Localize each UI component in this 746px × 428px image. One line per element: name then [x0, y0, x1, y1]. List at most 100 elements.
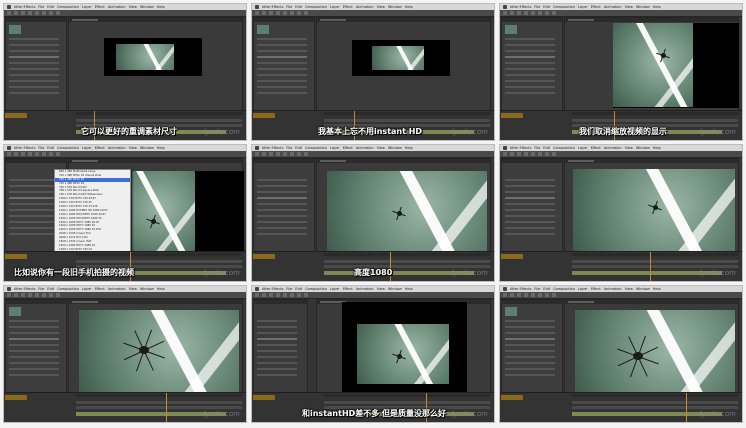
tool-icon[interactable]	[531, 11, 535, 15]
panel-tab[interactable]	[254, 300, 307, 304]
panel-row[interactable]	[9, 215, 59, 217]
tool-icon[interactable]	[283, 152, 287, 156]
panel-row[interactable]	[505, 233, 555, 235]
tool-icon[interactable]	[255, 293, 259, 297]
panel-row[interactable]	[9, 344, 59, 346]
tool-icon[interactable]	[14, 293, 18, 297]
panel-row[interactable]	[257, 368, 297, 370]
time-ruler[interactable]	[324, 253, 490, 256]
panel-row[interactable]	[505, 227, 555, 229]
panel-row[interactable]	[257, 344, 297, 346]
layer-track[interactable]	[76, 260, 242, 263]
tool-icon[interactable]	[7, 293, 11, 297]
tool-icon[interactable]	[290, 152, 294, 156]
panel-row[interactable]	[257, 38, 307, 40]
panel-row[interactable]	[9, 326, 59, 328]
timecode-display[interactable]	[501, 395, 523, 400]
panel-row[interactable]	[505, 80, 555, 82]
panel-tab[interactable]	[502, 300, 562, 304]
panel-row[interactable]	[505, 344, 555, 346]
time-ruler[interactable]	[572, 112, 738, 115]
panel-row[interactable]	[257, 86, 307, 88]
timecode-display[interactable]	[253, 395, 275, 400]
tool-icon[interactable]	[283, 11, 287, 15]
tool-icon[interactable]	[14, 152, 18, 156]
panel-row[interactable]	[505, 68, 555, 70]
tool-icon[interactable]	[7, 152, 11, 156]
tool-icon[interactable]	[262, 11, 266, 15]
tool-icon[interactable]	[552, 293, 556, 297]
panel-row[interactable]	[257, 62, 307, 64]
panel-row[interactable]	[9, 356, 59, 358]
panel-row[interactable]	[505, 374, 555, 376]
timecode-display[interactable]	[5, 254, 27, 259]
panel-row[interactable]	[505, 332, 555, 334]
panel-row[interactable]	[505, 209, 555, 211]
tool-icon[interactable]	[276, 152, 280, 156]
tool-icon[interactable]	[297, 293, 301, 297]
panel-row[interactable]	[257, 179, 307, 181]
layer-track[interactable]	[76, 401, 242, 404]
tool-icon[interactable]	[21, 152, 25, 156]
timecode-display[interactable]	[501, 113, 523, 118]
layer-track[interactable]	[572, 401, 738, 404]
tool-icon[interactable]	[276, 293, 280, 297]
panel-row[interactable]	[9, 74, 59, 76]
layer-track[interactable]	[572, 119, 738, 122]
tool-icon[interactable]	[269, 11, 273, 15]
timecode-display[interactable]	[501, 254, 523, 259]
panel-row[interactable]	[257, 350, 297, 352]
tool-icon[interactable]	[56, 293, 60, 297]
panel-row[interactable]	[257, 203, 307, 205]
panel-row[interactable]	[257, 221, 307, 223]
time-ruler[interactable]	[76, 253, 242, 256]
tool-icon[interactable]	[21, 293, 25, 297]
panel-row[interactable]	[9, 185, 59, 187]
tool-icon[interactable]	[538, 152, 542, 156]
panel-row[interactable]	[257, 50, 307, 52]
timecode-display[interactable]	[5, 395, 27, 400]
panel-row[interactable]	[505, 179, 555, 181]
viewer-tab[interactable]	[565, 18, 738, 22]
tool-icon[interactable]	[262, 152, 266, 156]
tool-icon[interactable]	[510, 293, 514, 297]
panel-row[interactable]	[505, 44, 555, 46]
time-ruler[interactable]	[324, 394, 490, 397]
tool-icon[interactable]	[538, 293, 542, 297]
panel-row[interactable]	[505, 92, 555, 94]
tool-icon[interactable]	[283, 293, 287, 297]
panel-row[interactable]	[9, 368, 59, 370]
tool-icon[interactable]	[524, 293, 528, 297]
tool-icon[interactable]	[290, 11, 294, 15]
panel-tab[interactable]	[254, 18, 314, 22]
tool-icon[interactable]	[552, 152, 556, 156]
tool-icon[interactable]	[524, 11, 528, 15]
panel-row[interactable]	[257, 227, 307, 229]
tool-icon[interactable]	[255, 11, 259, 15]
timecode-display[interactable]	[253, 254, 275, 259]
panel-row[interactable]	[505, 326, 555, 328]
tool-icon[interactable]	[503, 152, 507, 156]
viewer-tab[interactable]	[317, 18, 490, 22]
tool-icon[interactable]	[28, 293, 32, 297]
panel-row[interactable]	[257, 68, 307, 70]
panel-row[interactable]	[257, 374, 297, 376]
tool-icon[interactable]	[42, 11, 46, 15]
tool-icon[interactable]	[28, 11, 32, 15]
panel-row[interactable]	[257, 44, 307, 46]
panel-row[interactable]	[9, 227, 59, 229]
current-time-indicator[interactable]	[650, 252, 651, 281]
time-ruler[interactable]	[324, 112, 490, 115]
panel-tab[interactable]	[502, 159, 562, 163]
timecode-display[interactable]	[253, 113, 275, 118]
panel-row[interactable]	[505, 56, 555, 58]
tool-icon[interactable]	[7, 11, 11, 15]
current-time-indicator[interactable]	[686, 393, 687, 422]
tool-icon[interactable]	[35, 293, 39, 297]
tool-icon[interactable]	[49, 293, 53, 297]
panel-row[interactable]	[505, 86, 555, 88]
panel-row[interactable]	[257, 185, 307, 187]
panel-row[interactable]	[257, 56, 307, 58]
layer-track[interactable]	[572, 260, 738, 263]
timecode-display[interactable]	[5, 113, 27, 118]
